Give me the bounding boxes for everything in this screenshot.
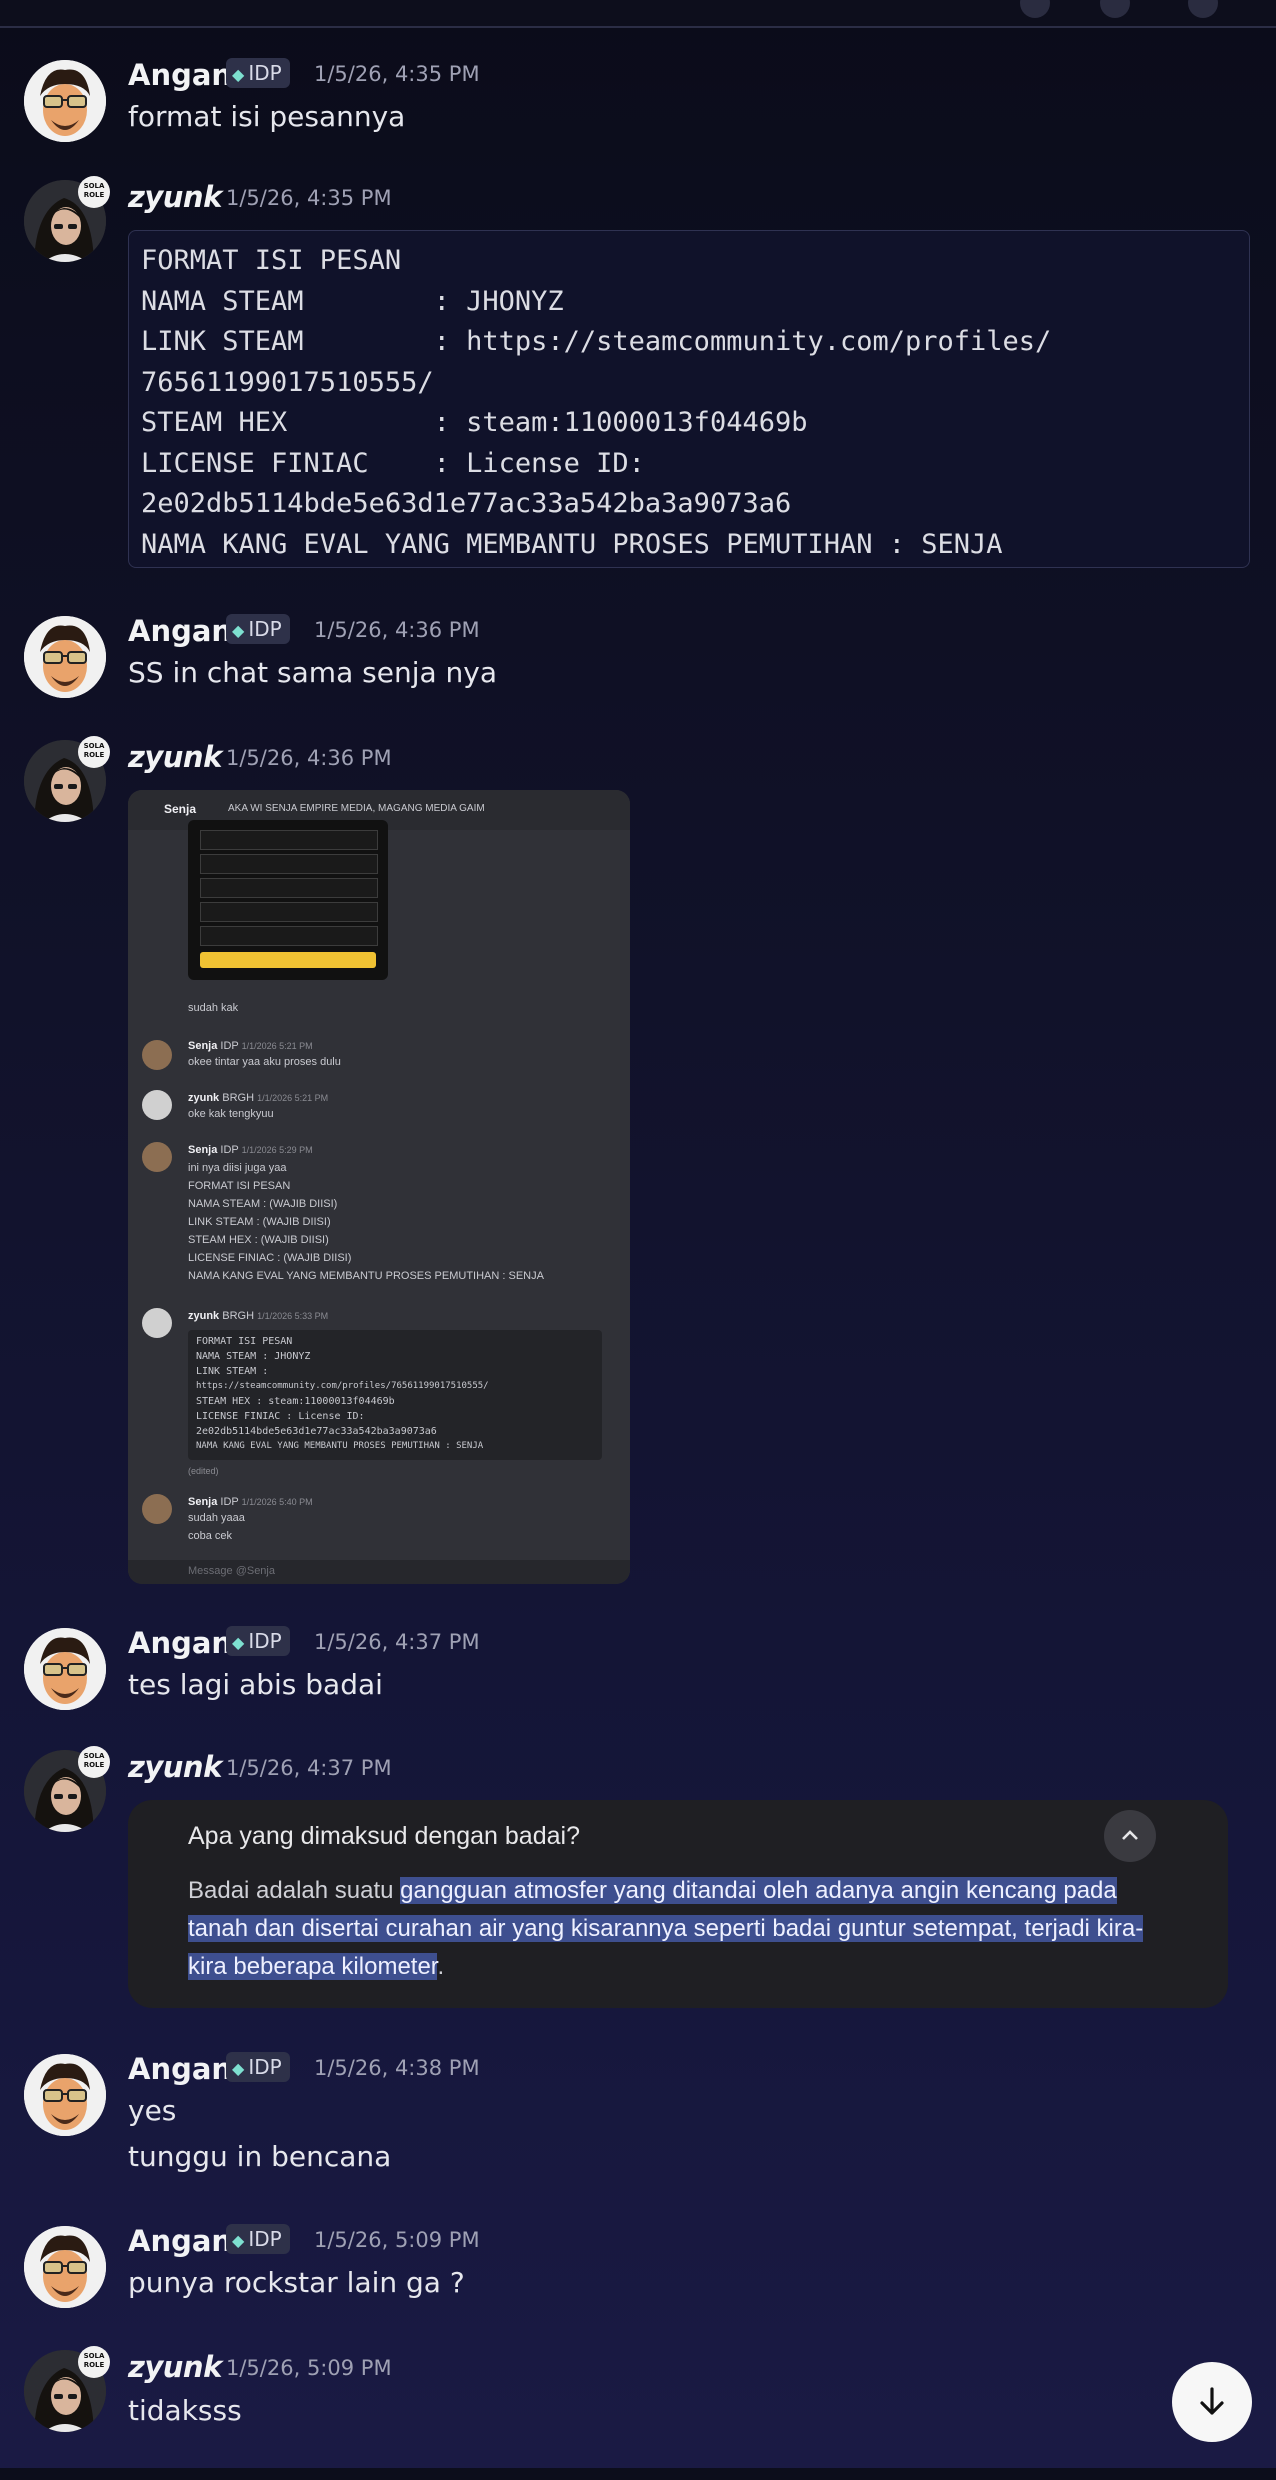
screenshot-attachment[interactable]: Senja AKA WI SENJA EMPIRE MEDIA, MAGANG … (128, 790, 630, 1584)
timestamp: 1/5/26, 4:37 PM (226, 1756, 392, 1780)
avatar (142, 1040, 172, 1070)
timestamp: 1/5/26, 5:09 PM (226, 2356, 392, 2380)
message-text: tunggu in bencana (128, 2140, 392, 2173)
scroll-to-bottom-button[interactable] (1172, 2362, 1252, 2442)
search-snippet-image: Apa yang dimaksud dengan badai? Badai ad… (128, 1800, 1228, 2008)
timestamp: 1/5/26, 4:37 PM (314, 1630, 480, 1654)
timestamp: 1/5/26, 4:38 PM (314, 2056, 480, 2080)
timestamp: 1/5/26, 4:36 PM (314, 618, 480, 642)
avatar[interactable] (24, 2226, 106, 2308)
author-name[interactable]: zyunk (128, 1750, 222, 1784)
header-button-icon[interactable] (1188, 0, 1218, 18)
timestamp: 1/5/26, 4:35 PM (314, 62, 480, 86)
author-name[interactable]: Angan (128, 614, 232, 648)
message-text: yes (128, 2094, 177, 2127)
author-name[interactable]: Angan (128, 2052, 232, 2086)
gem-icon: ◆ (232, 65, 245, 84)
code-block: FORMAT ISI PESAN NAMA STEAM : JHONYZ LIN… (188, 1330, 602, 1460)
timestamp: 1/5/26, 5:09 PM (314, 2228, 480, 2252)
author-name[interactable]: zyunk (128, 180, 222, 214)
avatar (142, 1494, 172, 1524)
role-tag[interactable]: ◆ IDP (226, 2052, 290, 2082)
message-text: punya rockstar lain ga ? (128, 2266, 465, 2299)
snippet-question: Apa yang dimaksud dengan badai? (188, 1822, 580, 1850)
gem-icon: ◆ (232, 2059, 245, 2078)
avatar[interactable] (24, 60, 106, 142)
avatar-badge: SOLA ROLE (78, 2346, 110, 2378)
form-card-image (188, 820, 388, 980)
top-bar (0, 0, 1276, 28)
role-tag[interactable]: ◆ IDP (226, 1626, 290, 1656)
avatar (142, 1090, 172, 1120)
avatar-badge: SOLA ROLE (78, 176, 110, 208)
header-button-icon[interactable] (1100, 0, 1130, 18)
message-text: tes lagi abis badai (128, 1668, 383, 1701)
author-name[interactable]: Angan (128, 58, 232, 92)
avatar-badge: SOLA ROLE (78, 736, 110, 768)
author-name[interactable]: zyunk (128, 740, 222, 774)
gem-icon: ◆ (232, 621, 245, 640)
bottom-edge (0, 2468, 1276, 2480)
message-text: format isi pesannya (128, 100, 406, 133)
composer: Message @Senja (128, 1560, 630, 1584)
role-tag[interactable]: ◆ IDP (226, 58, 290, 88)
header-button-icon[interactable] (1020, 0, 1050, 18)
gem-icon: ◆ (232, 1633, 245, 1652)
avatar[interactable] (24, 2054, 106, 2136)
author-name[interactable]: Angan (128, 1626, 232, 1660)
avatar[interactable] (24, 1628, 106, 1710)
snippet-answer-line: kira beberapa kilometer. (188, 1953, 445, 1980)
avatar[interactable] (24, 616, 106, 698)
avatar (142, 1308, 172, 1338)
author-name[interactable]: zyunk (128, 2350, 222, 2384)
snippet-answer-line: Badai adalah suatu gangguan atmosfer yan… (188, 1877, 1117, 1904)
role-tag[interactable]: ◆ IDP (226, 614, 290, 644)
snippet-answer-line: tanah dan disertai curahan air yang kisa… (188, 1915, 1144, 1942)
role-tag[interactable]: ◆ IDP (226, 2224, 290, 2254)
code-block: FORMAT ISI PESAN NAMA STEAM : JHONYZ LIN… (128, 230, 1250, 568)
timestamp: 1/5/26, 4:36 PM (226, 746, 392, 770)
message-text: tidaksss (128, 2394, 242, 2427)
timestamp: 1/5/26, 4:35 PM (226, 186, 392, 210)
arrow-down-icon (1200, 2387, 1224, 2415)
message-text: SS in chat sama senja nya (128, 656, 498, 689)
gem-icon: ◆ (232, 2231, 245, 2250)
avatar (142, 1142, 172, 1172)
chevron-up-icon[interactable] (1104, 1810, 1156, 1862)
author-name[interactable]: Angan (128, 2224, 232, 2258)
avatar-badge: SOLA ROLE (78, 1746, 110, 1778)
